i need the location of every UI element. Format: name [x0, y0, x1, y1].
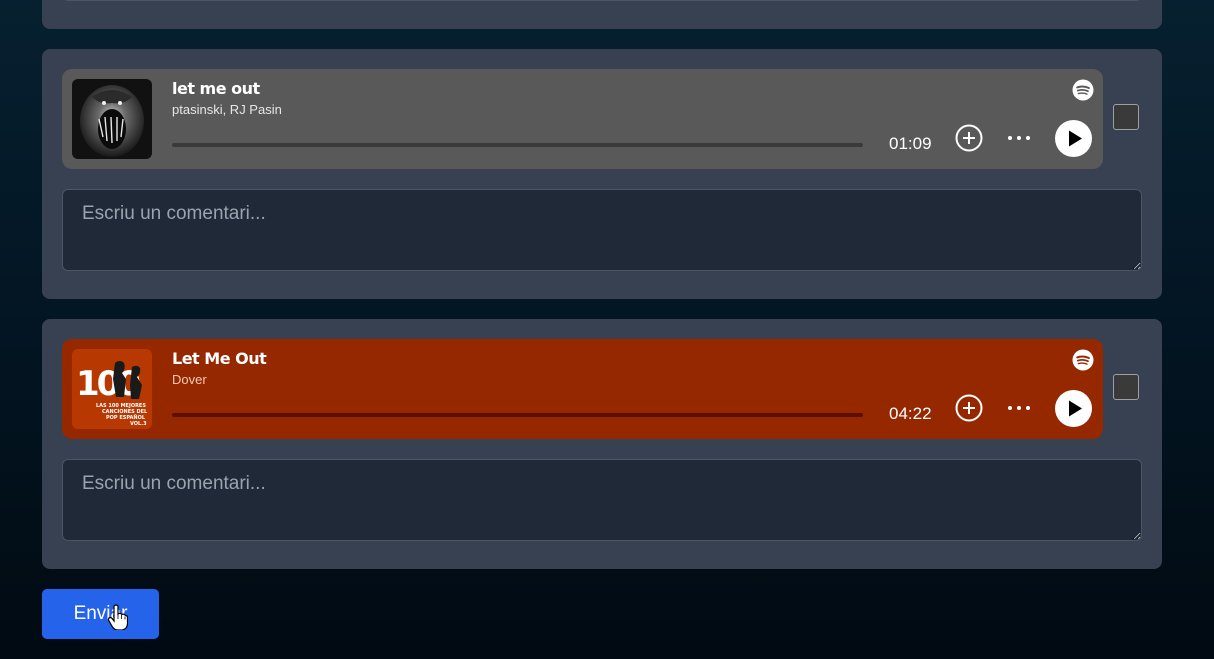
track-title[interactable]: let me out: [172, 79, 260, 98]
album-cover: 100 LAS 100 MEJORES CANCIONES DEL POP ES…: [72, 349, 152, 429]
submit-button[interactable]: Enviar: [42, 589, 159, 639]
track-artist[interactable]: ptasinski, RJ Pasin: [172, 102, 282, 117]
play-icon[interactable]: [1055, 120, 1092, 157]
plus-circle-icon[interactable]: [955, 394, 983, 422]
track-duration: 01:09: [889, 134, 932, 153]
ellipsis-icon[interactable]: [1005, 127, 1033, 149]
track-card: 100 LAS 100 MEJORES CANCIONES DEL POP ES…: [42, 319, 1162, 569]
track-card: let me out ptasinski, RJ Pasin 01:09: [42, 49, 1162, 299]
track-select-checkbox[interactable]: [1113, 104, 1139, 130]
track-artist[interactable]: Dover: [172, 372, 207, 387]
album-cover: [72, 79, 152, 159]
cover-line-4: VOL.3: [130, 421, 147, 427]
play-icon[interactable]: [1055, 390, 1092, 427]
ellipsis-icon[interactable]: [1005, 397, 1033, 419]
progress-bar[interactable]: [172, 143, 863, 147]
track-duration: 04:22: [889, 404, 932, 423]
previous-comment-field[interactable]: [62, 0, 1142, 1]
plus-circle-icon[interactable]: [955, 124, 983, 152]
comment-textarea[interactable]: [62, 189, 1142, 271]
comment-textarea[interactable]: [62, 459, 1142, 541]
spotify-embed-player[interactable]: let me out ptasinski, RJ Pasin 01:09: [62, 69, 1103, 169]
spotify-embed-player[interactable]: 100 LAS 100 MEJORES CANCIONES DEL POP ES…: [62, 339, 1103, 439]
track-select-checkbox[interactable]: [1113, 374, 1139, 400]
previous-track-card: [42, 0, 1162, 29]
progress-bar[interactable]: [172, 413, 863, 417]
track-title[interactable]: Let Me Out: [172, 349, 267, 368]
spotify-icon[interactable]: [1072, 349, 1094, 371]
spotify-icon[interactable]: [1072, 79, 1094, 101]
cover-line-3: POP ESPAÑOL: [106, 414, 146, 421]
